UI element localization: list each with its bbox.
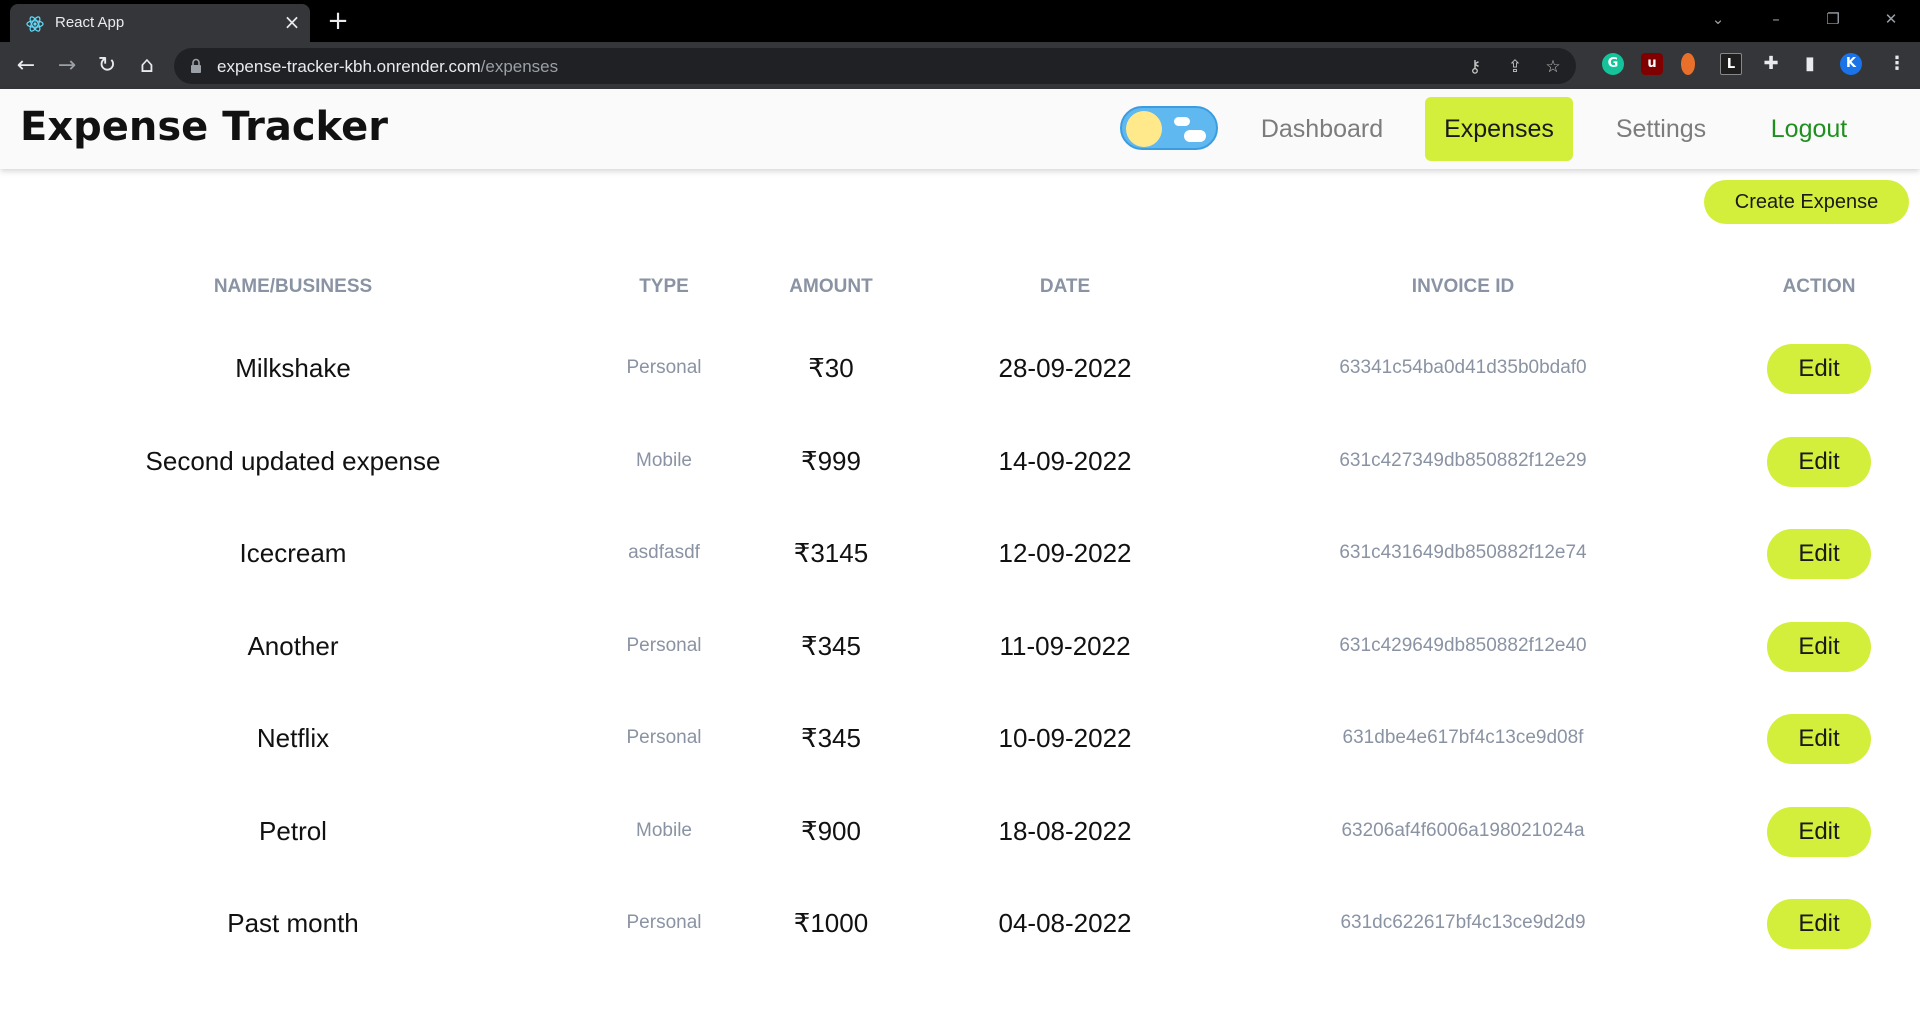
table-row: Second updated expense Mobile ₹999 14-09-20… — [0, 415, 1920, 507]
cell-type: Mobile — [636, 819, 692, 841]
cell-invoice: 631c427349db850882f12e29 — [1339, 449, 1587, 471]
ublock-extension-icon[interactable]: u — [1641, 53, 1663, 75]
close-window-icon[interactable]: ✕ — [1880, 8, 1902, 30]
column-header-type: TYPE — [639, 276, 689, 297]
bookmark-star-icon[interactable]: ☆ — [1542, 56, 1564, 78]
cell-name: Another — [247, 630, 339, 661]
cell-date: 12-09-2022 — [998, 538, 1132, 568]
table-row: Milkshake Personal ₹30 28-09-2022 63341c54ba… — [0, 322, 1920, 414]
cell-date: 28-09-2022 — [998, 353, 1132, 383]
edit-button[interactable]: Edit — [1767, 344, 1871, 394]
cell-date: 04-08-2022 — [998, 908, 1132, 938]
cell-date: 10-09-2022 — [998, 723, 1132, 753]
column-header-action: ACTION — [1782, 276, 1856, 297]
cloud-icon — [1174, 117, 1190, 126]
column-header-invoice: INVOICE ID — [1411, 276, 1515, 297]
cell-invoice: 631c429649db850882f12e40 — [1339, 634, 1587, 656]
cell-invoice: 631dbe4e617bf4c13ce9d08f — [1342, 727, 1584, 748]
cell-type: Personal — [626, 912, 702, 933]
lock-icon — [191, 58, 201, 73]
column-header-name: NAME/BUSINESS — [213, 276, 373, 297]
cell-amount: ₹3145 — [793, 538, 869, 568]
url-host: expense-tracker-kbh.onrender.com — [217, 57, 481, 76]
restore-icon[interactable]: ❐ — [1822, 8, 1844, 30]
cell-name: Petrol — [259, 815, 327, 846]
cell-invoice: 63206af4f6006a198021024a — [1341, 819, 1585, 841]
brand-title: Expense Tracker — [20, 104, 388, 150]
cell-type: Personal — [626, 727, 702, 748]
cell-invoice: 631c431649db850882f12e74 — [1339, 542, 1587, 563]
table-row: Netflix Personal ₹345 10-09-2022 631dbe4e617… — [0, 692, 1920, 784]
cell-type: Mobile — [636, 449, 692, 471]
tab-close-icon[interactable]: × — [282, 12, 302, 32]
nav-logout[interactable]: Logout — [1749, 97, 1869, 161]
edit-button[interactable]: Edit — [1767, 529, 1871, 579]
create-expense-button[interactable]: Create Expense — [1704, 180, 1909, 224]
grammarly-extension-icon[interactable]: G — [1602, 53, 1624, 75]
back-icon[interactable]: ← — [12, 52, 40, 80]
browser-tab[interactable]: React App × — [10, 4, 310, 42]
table-row: Past month Personal ₹1000 04-08-2022 631dc62… — [0, 877, 1920, 969]
cloud-icon — [1184, 130, 1206, 142]
nav-dashboard[interactable]: Dashboard — [1244, 97, 1400, 161]
tab-title: React App — [55, 14, 125, 31]
cell-amount: ₹1000 — [793, 908, 869, 938]
home-icon[interactable]: ⌂ — [133, 52, 161, 80]
cell-amount: ₹999 — [801, 445, 861, 476]
cell-type: Personal — [626, 634, 702, 656]
extension-icon[interactable] — [1681, 53, 1695, 75]
menu-kebab-icon[interactable]: ⋮ — [1886, 53, 1908, 75]
forward-icon[interactable]: → — [53, 52, 81, 80]
nav-settings[interactable]: Settings — [1598, 97, 1724, 161]
cell-name: Milkshake — [235, 353, 351, 383]
cell-date: 14-09-2022 — [998, 445, 1132, 476]
cell-type: Personal — [626, 357, 702, 378]
new-tab-icon[interactable]: + — [326, 8, 350, 34]
sun-icon — [1126, 111, 1162, 147]
minimize-icon[interactable]: – — [1765, 8, 1787, 30]
cell-amount: ₹30 — [808, 353, 854, 383]
url-text: expense-tracker-kbh.onrender.com/expense… — [217, 57, 558, 77]
address-bar[interactable]: expense-tracker-kbh.onrender.com/expense… — [174, 48, 1576, 84]
extensions-puzzle-icon[interactable]: ✚ — [1760, 53, 1782, 75]
cell-name: Past month — [227, 908, 359, 938]
cell-invoice: 63341c54ba0d41d35b0bdaf0 — [1339, 357, 1587, 378]
cell-invoice: 631dc622617bf4c13ce9d2d9 — [1340, 912, 1586, 933]
browser-tabbar: React App × + ⌄ – ❐ ✕ — [0, 0, 1920, 42]
cell-amount: ₹345 — [801, 630, 861, 661]
column-header-amount: AMOUNT — [789, 276, 873, 297]
share-icon[interactable]: ⇪ — [1504, 56, 1526, 78]
app-header: Expense Tracker Dashboard Expenses Setti… — [0, 89, 1920, 169]
edit-button[interactable]: Edit — [1767, 899, 1871, 949]
edit-button[interactable]: Edit — [1767, 806, 1871, 857]
cell-amount: ₹900 — [801, 815, 861, 846]
edit-button[interactable]: Edit — [1767, 621, 1871, 672]
cell-type: asdfasdf — [628, 542, 700, 563]
cell-date: 11-09-2022 — [999, 630, 1131, 661]
table-row: Icecream asdfasdf ₹3145 12-09-2022 631c43164… — [0, 507, 1920, 599]
nav-expenses[interactable]: Expenses — [1425, 97, 1573, 161]
table-row: Petrol Mobile ₹900 18-08-2022 63206af4f6006a… — [0, 785, 1920, 877]
cell-name: Second updated expense — [145, 445, 441, 476]
table-row: Another Personal ₹345 11-09-2022 631c429649d… — [0, 600, 1920, 692]
cell-amount: ₹345 — [801, 723, 861, 753]
cell-name: Icecream — [239, 538, 347, 568]
react-logo-icon — [26, 16, 44, 32]
cell-date: 18-08-2022 — [998, 815, 1132, 846]
url-path: /expenses — [480, 57, 559, 76]
profile-avatar[interactable]: K — [1840, 53, 1862, 75]
edit-button[interactable]: Edit — [1767, 714, 1871, 764]
cell-name: Netflix — [256, 723, 330, 753]
theme-toggle[interactable] — [1120, 106, 1218, 150]
column-header-date: DATE — [1039, 276, 1091, 297]
edit-button[interactable]: Edit — [1767, 436, 1871, 487]
browser-toolbar: ← → ↻ ⌂ expense-tracker-kbh.onrender.com… — [0, 42, 1920, 89]
side-panel-icon[interactable]: ▮ — [1799, 53, 1821, 75]
lighthouse-extension-icon[interactable]: L — [1720, 53, 1742, 75]
reload-icon[interactable]: ↻ — [93, 52, 121, 80]
key-icon[interactable]: ⚷ — [1464, 56, 1486, 78]
tab-search-icon[interactable]: ⌄ — [1707, 8, 1729, 30]
